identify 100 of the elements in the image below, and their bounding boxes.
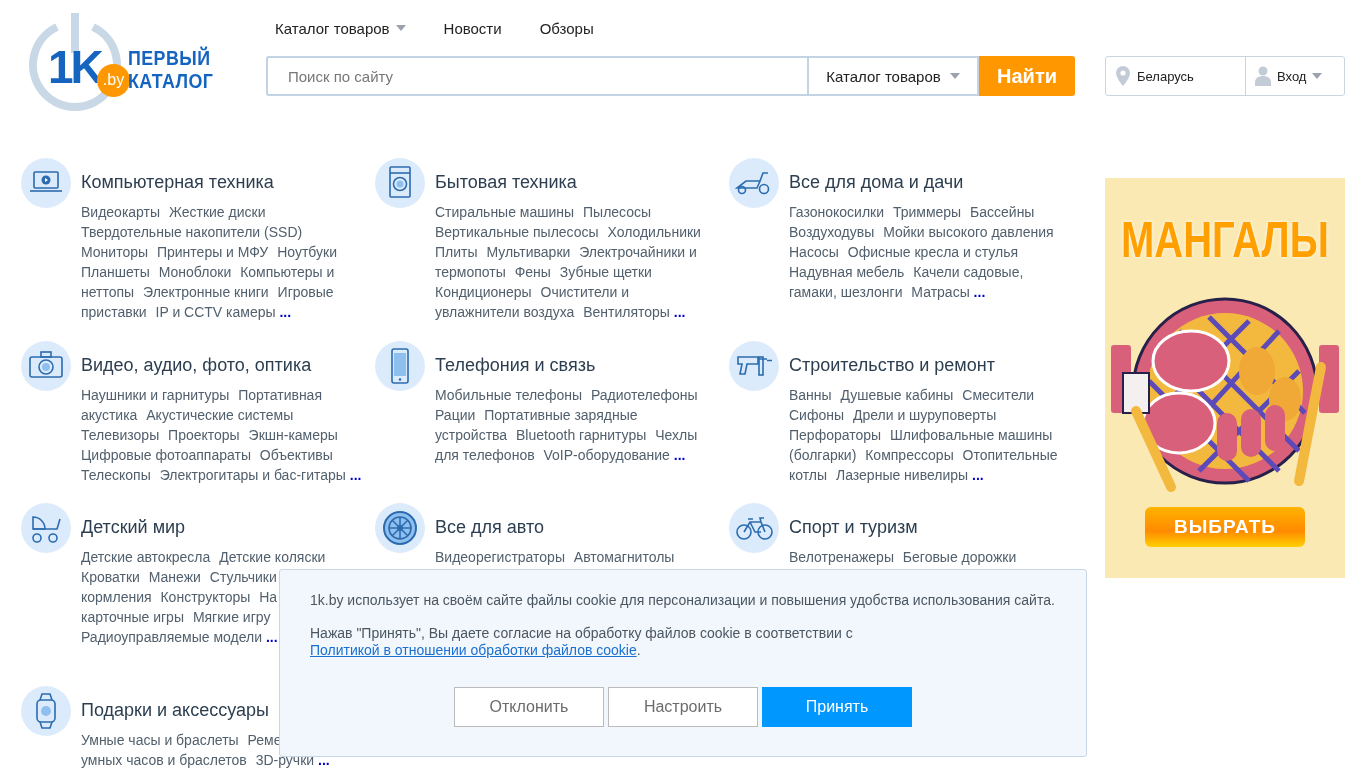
category-link[interactable]: Беговые дорожки [902,549,1017,565]
cookie-button[interactable]: Отклонить [454,687,604,727]
more-link[interactable]: ... [279,304,292,320]
laptop-icon[interactable] [21,158,71,208]
stroller-icon[interactable] [21,503,71,553]
more-link[interactable]: ... [673,447,686,463]
category-link[interactable]: Компрессоры [865,447,954,463]
category-link[interactable]: Пылесосы [583,204,652,220]
more-link[interactable]: ... [265,629,278,645]
nav-link[interactable]: Новости [443,19,502,37]
category-link[interactable]: Стиральные машины [435,204,575,220]
category-link[interactable]: кормления [81,589,152,605]
category-link[interactable]: Игровые [277,284,334,300]
category-link[interactable]: Газонокосилки [789,204,884,220]
cookie-button[interactable]: Настроить [608,687,758,727]
category-link[interactable]: Дрели и шуруповерты [852,407,997,423]
category-link[interactable]: карточные игры [81,609,184,625]
category-link[interactable]: Надувная мебель [789,264,905,280]
logo-text[interactable]: ПЕРВЫЙ [128,47,211,69]
category-link[interactable]: Мультиварки [486,244,571,260]
more-link[interactable]: ... [973,284,986,300]
category-link[interactable]: Наушники и гарнитуры [81,387,230,403]
category-link[interactable]: Кондиционеры [435,284,532,300]
policy-link[interactable]: Политикой в отношении обработки файлов cookie [310,642,637,658]
category-link[interactable]: Проекторы [168,427,240,443]
category-link[interactable]: Вертикальные пылесосы [435,224,599,240]
category-link[interactable]: Акустические системы [146,407,294,423]
category-link[interactable]: Телевизоры [81,427,160,443]
category-link[interactable]: Холодильники [607,224,701,240]
category-link[interactable]: неттопы [81,284,135,300]
category-link[interactable]: Цифровые фотоаппараты [81,447,251,463]
category-link[interactable]: Портативные зарядные [484,407,638,423]
category-title[interactable]: Все для дома и дачи [789,171,964,193]
category-link[interactable]: Электронные книги [143,284,269,300]
category-link[interactable]: Объективы [259,447,333,463]
wheel-icon[interactable] [375,503,425,553]
category-title[interactable]: Подарки и аксессуары [81,699,269,721]
category-link[interactable]: На [259,589,278,605]
category-link[interactable]: Шлифовальные машины [890,427,1053,443]
category-link[interactable]: умных часов и браслетов [81,752,247,768]
smartphone-icon[interactable] [375,341,425,391]
category-link[interactable]: Стульчики [209,569,277,585]
category-link[interactable]: Экшн-камеры [248,427,338,443]
category-link[interactable]: Жесткие диски [168,204,266,220]
category-link[interactable]: термопоты [435,264,506,280]
category-link[interactable]: Конструкторы [160,589,251,605]
category-link[interactable]: Моноблоки [158,264,232,280]
category-link[interactable]: Радиотелефоны [590,387,698,403]
category-link[interactable]: Телескопы [81,467,151,483]
nav-link[interactable]: Обзоры [539,19,594,37]
category-link[interactable]: Мониторы [81,244,149,260]
camera-icon[interactable] [21,341,71,391]
category-link[interactable]: Bluetooth гарнитуры [516,427,647,443]
category-link[interactable]: Компьютеры и [240,264,335,280]
category-link[interactable]: устройства [435,427,508,443]
category-link[interactable]: Матрасы [911,284,970,300]
category-link[interactable]: Фены [514,264,551,280]
category-link[interactable]: Автомагнитолы [573,549,675,565]
category-link[interactable]: VoIP-оборудование [543,447,670,463]
category-link[interactable]: Душевые кабины [840,387,954,403]
category-link[interactable]: 3D-ручки [255,752,315,768]
category-title[interactable]: Компьютерная техника [81,171,274,193]
category-link[interactable]: Реме [247,732,282,748]
category-link[interactable]: акустика [81,407,138,423]
more-link[interactable]: ... [972,467,984,483]
category-link[interactable]: гамаки, шезлонги [789,284,903,300]
category-link[interactable]: Перфораторы [789,427,882,443]
category-link[interactable]: Кроватки [81,569,140,585]
category-link[interactable]: (болгарки) [789,447,857,463]
category-link[interactable]: Ноутбуки [277,244,337,260]
bicycle-icon[interactable] [729,503,779,553]
category-link[interactable]: Сифоны [789,407,845,423]
category-link[interactable]: Велотренажеры [789,549,894,565]
category-title[interactable]: Спорт и туризм [789,516,918,538]
login-button[interactable]: Вход [1246,57,1344,95]
more-link[interactable]: ... [673,304,686,320]
category-link[interactable]: Радиоуправляемые модели [81,629,263,645]
category-link[interactable]: Плиты [435,244,478,260]
category-link[interactable]: Мойки высокого давления [883,224,1054,240]
category-link[interactable]: Качели садовые, [913,264,1024,280]
category-title[interactable]: Строительство и ремонт [789,354,995,376]
region-selector[interactable]: Беларусь [1106,57,1246,95]
category-link[interactable]: Смесители [962,387,1035,403]
category-title[interactable]: Все для авто [435,516,544,538]
category-link[interactable]: увлажнители воздуха [435,304,575,320]
category-link[interactable]: Портативная [238,387,322,403]
category-link[interactable]: Принтеры и МФУ [156,244,269,260]
smartwatch-icon[interactable] [21,686,71,736]
category-title[interactable]: Детский мир [81,516,186,538]
category-link[interactable]: Офисные кресла и стулья [847,244,1019,260]
category-link[interactable]: Воздуходувы [789,224,875,240]
category-link[interactable]: Планшеты [81,264,150,280]
logo-text[interactable]: КАТАЛОГ [128,70,214,92]
category-link[interactable]: Бассейны [970,204,1035,220]
category-link[interactable]: Очистители и [540,284,630,300]
category-link[interactable]: для телефонов [435,447,535,463]
category-link[interactable]: Электрочайники и [579,244,697,260]
category-link[interactable]: Вентиляторы [583,304,670,320]
category-title[interactable]: Бытовая техника [435,171,577,193]
category-link[interactable]: Детские коляски [219,549,326,565]
